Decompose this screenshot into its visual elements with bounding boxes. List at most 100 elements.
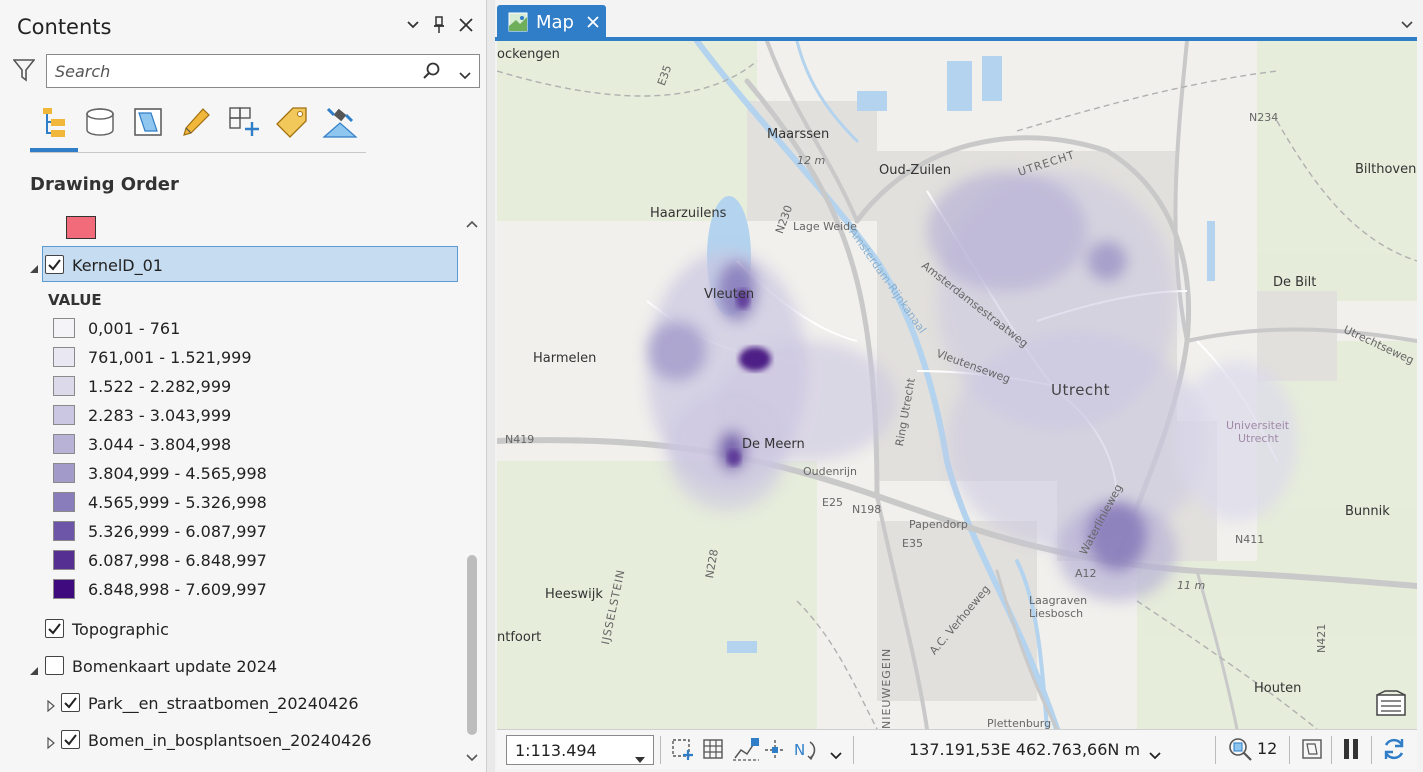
- divider: [660, 736, 661, 764]
- map-label: Laagraven: [1029, 594, 1088, 607]
- group-layer-name[interactable]: Bomenkaart update 2024: [72, 657, 277, 676]
- legend-class-label: 6.087,998 - 6.848,997: [88, 551, 267, 570]
- map-canvas[interactable]: ockengen Maarssen Oud-Zuilen UTRECHT Haa…: [497, 41, 1417, 729]
- map-label: Maarssen: [767, 127, 830, 142]
- map-label: Bunnik: [1345, 504, 1390, 519]
- map-label: Universiteit: [1226, 419, 1290, 432]
- map-label: N198: [852, 503, 882, 516]
- map-label: E25: [822, 496, 843, 509]
- legend-swatch[interactable]: [53, 347, 75, 367]
- expand-triangle-icon[interactable]: [46, 734, 56, 750]
- legend-class-label: 5.326,999 - 6.087,997: [88, 522, 267, 541]
- topographic-visibility-checkbox[interactable]: [45, 619, 64, 638]
- sublayer-name[interactable]: Park__en_straatbomen_20240426: [88, 694, 359, 713]
- list-by-perspective-imagery-icon[interactable]: [320, 102, 360, 142]
- chevron-down-icon[interactable]: [1149, 745, 1161, 764]
- refresh-icon[interactable]: [1381, 736, 1407, 766]
- search-input[interactable]: [47, 55, 407, 87]
- search-icon[interactable]: [423, 62, 441, 84]
- list-by-labeling-icon[interactable]: [272, 102, 312, 142]
- list-by-selection-icon[interactable]: [128, 102, 168, 142]
- divider: [853, 736, 854, 764]
- crosshair-icon[interactable]: [763, 738, 787, 766]
- map-status-bar: 1:113.494 N 137.191,53E 462.763,66N m 12: [497, 729, 1417, 769]
- map-label: Heeswijk: [545, 587, 603, 602]
- expand-triangle-icon[interactable]: [46, 697, 56, 713]
- map-label: Liesbosch: [1029, 607, 1084, 620]
- map-label: ntfoort: [497, 630, 542, 645]
- map-label: E35: [902, 537, 923, 550]
- scale-selector[interactable]: 1:113.494: [506, 735, 654, 765]
- north-arrow-icon[interactable]: N: [794, 738, 820, 766]
- pane-title: Contents: [17, 15, 112, 39]
- legend-class-label: 761,001 - 1.521,999: [88, 348, 252, 367]
- sublayer-visibility-checkbox[interactable]: [61, 730, 80, 749]
- legend-swatch[interactable]: [53, 405, 75, 425]
- map-overview-icon[interactable]: [1375, 689, 1407, 717]
- tab-label: Map: [536, 12, 574, 33]
- legend-swatch[interactable]: [53, 550, 75, 570]
- scale-value: 1:113.494: [515, 741, 597, 760]
- snapping-icon[interactable]: [733, 738, 759, 766]
- tab-map[interactable]: Map: [497, 5, 606, 39]
- search-box: [46, 54, 480, 88]
- contents-scrollbar[interactable]: [460, 207, 484, 763]
- group-visibility-checkbox[interactable]: [45, 656, 64, 675]
- list-by-drawing-order-icon[interactable]: [34, 102, 74, 142]
- close-tab-icon[interactable]: [586, 14, 600, 33]
- legend-swatch[interactable]: [53, 318, 75, 338]
- sublayer-visibility-checkbox[interactable]: [61, 693, 80, 712]
- close-icon[interactable]: [458, 17, 474, 33]
- map-rotation-icon[interactable]: [1301, 738, 1323, 764]
- legend-swatch[interactable]: [53, 521, 75, 541]
- map-label: N411: [1235, 533, 1265, 546]
- list-by-source-icon[interactable]: [80, 102, 120, 142]
- selected-features-icon[interactable]: [1227, 736, 1253, 766]
- map-label: N234: [1249, 111, 1279, 124]
- map-label: Oud-Zuilen: [879, 163, 952, 178]
- pane-options-icon[interactable]: [406, 20, 420, 30]
- layer-visibility-checkbox[interactable]: [45, 255, 64, 274]
- map-label: Harmelen: [533, 351, 597, 366]
- map-label: Papendorp: [909, 518, 968, 531]
- map-label: De Bilt: [1273, 275, 1317, 290]
- pin-icon[interactable]: [432, 16, 446, 34]
- list-by-snapping-icon[interactable]: [224, 102, 264, 142]
- map-label: N419: [505, 433, 535, 446]
- scroll-thumb[interactable]: [467, 555, 477, 735]
- tabs-dropdown-icon[interactable]: [1401, 14, 1413, 33]
- map-label: N421: [1315, 623, 1328, 653]
- selected-features-count: 12: [1257, 739, 1278, 758]
- grid-icon[interactable]: [702, 738, 724, 764]
- scroll-up-icon[interactable]: [466, 213, 478, 232]
- collapse-triangle-icon[interactable]: [29, 661, 39, 675]
- collapse-triangle-icon[interactable]: [29, 259, 39, 273]
- divider: [1215, 736, 1216, 764]
- divider: [1371, 736, 1372, 764]
- pause-drawing-icon[interactable]: [1341, 738, 1361, 764]
- map-label: 11 m: [1177, 579, 1206, 592]
- fixed-zoom-in-icon[interactable]: [671, 738, 695, 766]
- legend-swatch[interactable]: [53, 492, 75, 512]
- map-label: Utrecht: [1051, 381, 1111, 399]
- map-label: Houten: [1254, 681, 1302, 696]
- list-by-editing-icon[interactable]: [176, 102, 216, 142]
- legend-swatch[interactable]: [53, 376, 75, 396]
- chevron-down-icon[interactable]: [635, 748, 645, 767]
- legend-swatch[interactable]: [53, 434, 75, 454]
- map-label: Vleuten: [704, 287, 755, 302]
- map-label: 12 m: [797, 154, 826, 167]
- legend-class-label: 6.848,998 - 7.609,997: [88, 580, 267, 599]
- legend-swatch[interactable]: [53, 463, 75, 483]
- chevron-down-icon[interactable]: [830, 745, 842, 764]
- map-label: De Meern: [742, 437, 805, 452]
- legend-class-label: 3.804,999 - 4.565,998: [88, 464, 267, 483]
- map-label: Bilthoven: [1355, 162, 1417, 177]
- legend-swatch[interactable]: [53, 579, 75, 599]
- chevron-down-icon[interactable]: [459, 65, 471, 84]
- layer-tree: KernelD_01 VALUE 0,001 - 761 761,001 - 1.…: [0, 205, 460, 765]
- filter-icon[interactable]: [12, 58, 36, 86]
- scroll-down-icon[interactable]: [466, 747, 478, 766]
- layer-name-topographic[interactable]: Topographic: [72, 620, 169, 639]
- sublayer-name[interactable]: Bomen_in_bosplantsoen_20240426: [88, 731, 372, 750]
